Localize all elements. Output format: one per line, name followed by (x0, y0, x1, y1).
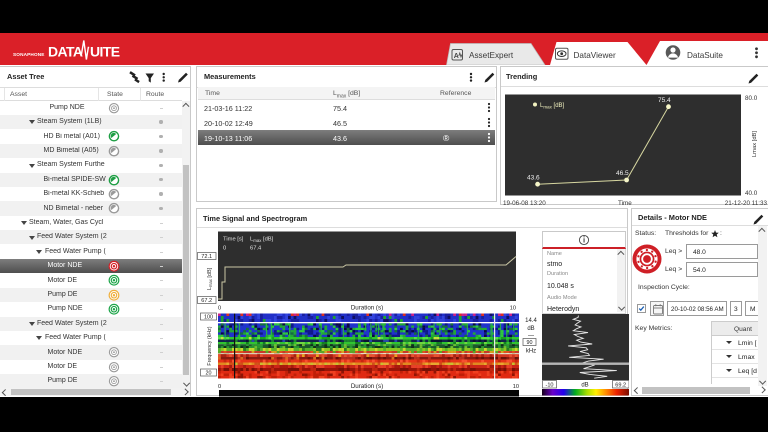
svg-text:46.5: 46.5 (616, 170, 629, 177)
svg-text:Time [s]: Time [s] (223, 237, 244, 243)
svg-text:43.6: 43.6 (527, 175, 540, 182)
svg-text:Duration (s): Duration (s) (351, 305, 383, 312)
svg-text:A: A (454, 53, 459, 60)
svg-text:Frequency (kHz): Frequency (kHz) (207, 326, 213, 365)
svg-text:dB: dB (581, 383, 588, 389)
svg-text:UITE: UITE (90, 44, 120, 60)
svg-text:14.4: 14.4 (525, 318, 537, 324)
svg-text:Duration (s): Duration (s) (351, 383, 383, 390)
svg-text:80.0: 80.0 (745, 95, 758, 102)
svg-text:Time: Time (618, 200, 632, 206)
svg-text:67.4: 67.4 (250, 246, 262, 252)
svg-text:AssetExpert: AssetExpert (469, 51, 514, 60)
svg-text:Lmax [dB]: Lmax [dB] (207, 267, 213, 290)
svg-text:10: 10 (510, 306, 516, 312)
svg-text:67.2: 67.2 (201, 298, 212, 304)
svg-text:72.1: 72.1 (201, 254, 212, 260)
svg-text:20: 20 (206, 371, 212, 377)
svg-text:0: 0 (218, 384, 221, 390)
svg-text:0: 0 (223, 246, 226, 252)
svg-text:DataSuite: DataSuite (687, 51, 723, 60)
svg-text:69.2: 69.2 (615, 383, 626, 389)
svg-text:Lmax [dB]: Lmax [dB] (752, 131, 758, 157)
svg-text:dB: dB (527, 326, 534, 332)
svg-text:100: 100 (204, 315, 213, 321)
svg-text:0: 0 (218, 306, 221, 312)
svg-text:19-06-08 13:20: 19-06-08 13:20 (503, 200, 546, 206)
svg-text:-10: -10 (545, 383, 553, 389)
svg-text:DATA: DATA (48, 44, 83, 60)
svg-text:75.4: 75.4 (658, 97, 671, 104)
svg-text:21-12-20 11:33: 21-12-20 11:33 (725, 200, 768, 206)
svg-text:DataViewer: DataViewer (574, 51, 616, 60)
svg-text:Lmax [dB]: Lmax [dB] (540, 103, 565, 110)
svg-text:90: 90 (527, 340, 533, 346)
svg-text:40.0: 40.0 (745, 190, 758, 197)
svg-text:kHz: kHz (526, 349, 536, 355)
svg-text:SONAPHONE: SONAPHONE (13, 52, 45, 57)
svg-text:Lmax [dB]: Lmax [dB] (250, 237, 274, 243)
svg-text:10: 10 (513, 384, 519, 390)
